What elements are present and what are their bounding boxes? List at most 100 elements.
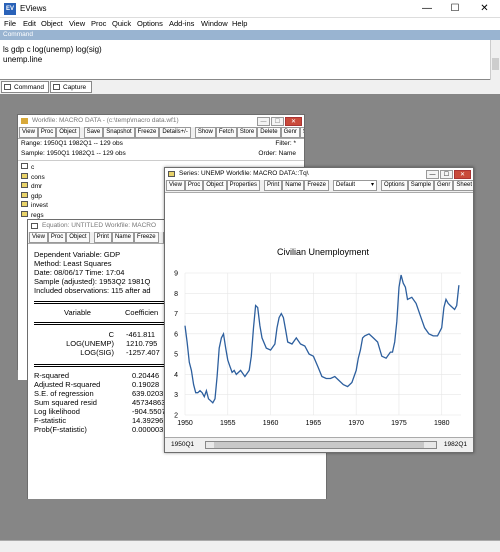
stat-label: S.E. of regression — [34, 389, 94, 398]
maximize-icon[interactable]: ☐ — [441, 0, 469, 18]
minimize-icon[interactable]: — — [426, 170, 439, 179]
workfile-toolbar: View Proc Object Save Snapshot Freeze Details+… — [18, 127, 304, 139]
close-icon[interactable]: ✕ — [454, 170, 471, 179]
menu-proc[interactable]: Proc — [91, 19, 106, 28]
series-toolbar: View Proc Object Properties Print Name Freeze D… — [165, 180, 473, 193]
dropdown-value: Default — [336, 182, 356, 188]
eq-col-variable: Variable — [64, 308, 91, 317]
command-input[interactable]: ls gdp c log(unemp) log(sig) unemp.line — [0, 40, 500, 80]
series-object-icon — [21, 191, 28, 198]
menu-quick[interactable]: Quick — [112, 19, 131, 28]
series-titlebar[interactable]: Series: UNEMP Workfile: MACRO DATA::Tq\ … — [165, 168, 473, 180]
series-options-button[interactable]: Options — [381, 180, 408, 191]
menu-view[interactable]: View — [69, 19, 85, 28]
y-tick-label: 9 — [174, 271, 178, 278]
x-tick-label: 1970 — [348, 420, 364, 427]
workfile-store-button[interactable]: Store — [236, 127, 258, 138]
stat-label: R-squared — [34, 371, 70, 380]
eq-var: LOG(SIG) — [80, 348, 114, 357]
y-tick-label: 3 — [174, 392, 178, 399]
workfile-object-item[interactable]: invest — [21, 201, 48, 211]
series-sheet-button[interactable]: Sheet — [453, 180, 473, 191]
maximize-icon[interactable]: ☐ — [271, 117, 284, 126]
eq-var: LOG(UNEMP) — [66, 339, 114, 348]
workfile-object-button[interactable]: Object — [56, 127, 80, 138]
menu-file[interactable]: File — [4, 19, 16, 28]
equation-proc-button[interactable]: Proc — [47, 232, 67, 243]
stat-value: 45734863 — [132, 398, 166, 407]
workfile-object-item[interactable]: dmr — [21, 182, 48, 192]
equation-view-button[interactable]: View — [29, 232, 48, 243]
workfile-order[interactable]: Order: Name — [258, 149, 296, 159]
maximize-icon[interactable]: ☐ — [440, 170, 453, 179]
menu-object[interactable]: Object — [41, 19, 63, 28]
x-tick-label: 1960 — [263, 420, 279, 427]
equation-title: Equation: UNTITLED Workfile: MACRO — [42, 222, 157, 229]
workfile-filter[interactable]: Filter: * — [275, 139, 296, 149]
workfile-proc-button[interactable]: Proc — [37, 127, 57, 138]
sample-slider[interactable] — [205, 441, 437, 449]
workfile-sample-button[interactable]: Sa — [299, 127, 304, 138]
stat-label: Adjusted R-squared — [34, 380, 101, 389]
workfile-title: Workfile: MACRO DATA - (c:\temp\macro da… — [32, 117, 179, 124]
capture-tab-icon — [53, 84, 60, 90]
equation-freeze-button[interactable]: Freeze — [133, 232, 159, 243]
stat-value: 0.20446 — [132, 371, 160, 380]
sample-slider-thumb[interactable] — [214, 442, 424, 448]
workfile-object-item[interactable]: cons — [21, 172, 48, 183]
close-icon[interactable]: ✕ — [469, 0, 500, 18]
stat-value: 0.000003 — [132, 425, 164, 434]
series-freeze-button[interactable]: Freeze — [304, 180, 329, 191]
workfile-genr-button[interactable]: Genr — [280, 127, 300, 138]
workfile-save-button[interactable]: Save — [83, 127, 104, 138]
menu-options[interactable]: Options — [137, 19, 163, 28]
workfile-object-item[interactable]: c — [21, 163, 48, 173]
app-titlebar: EV EViews — ☐ ✕ — [0, 0, 500, 18]
menu-edit[interactable]: Edit — [23, 19, 36, 28]
workfile-delete-button[interactable]: Delete — [257, 127, 281, 138]
eq-header-line: Method: Least Squares — [34, 259, 112, 268]
stat-value: 639.0203 — [132, 389, 164, 398]
eq-stats-labels: R-squared Adjusted R-squared S.E. of reg… — [34, 371, 100, 434]
stat-label: Prob(F-statistic) — [34, 425, 87, 434]
series-default-dropdown[interactable]: Default ▾ — [333, 180, 377, 191]
workfile-freeze-button[interactable]: Freeze — [134, 127, 160, 138]
series-view-button[interactable]: View — [166, 180, 185, 191]
workfile-object-item[interactable]: gdp — [21, 191, 48, 202]
command-scrollbar[interactable] — [490, 40, 500, 80]
series-print-button[interactable]: Print — [263, 180, 283, 191]
scroll-start-label: 1950Q1 — [171, 441, 195, 448]
workfile-details-button[interactable]: Details+/- — [159, 127, 191, 138]
series-properties-button[interactable]: Properties — [226, 180, 260, 191]
x-tick-label: 1975 — [391, 420, 407, 427]
series-proc-button[interactable]: Proc — [184, 180, 204, 191]
equation-object-button[interactable]: Object — [66, 232, 90, 243]
minimize-icon[interactable]: — — [413, 0, 441, 18]
series-sample-button[interactable]: Sample — [407, 180, 435, 191]
tab-capture[interactable]: Capture — [50, 81, 92, 93]
equation-name-button[interactable]: Name — [111, 232, 134, 243]
workfile-fetch-button[interactable]: Fetch — [215, 127, 237, 138]
equation-print-button[interactable]: Print — [93, 232, 112, 243]
menu-help[interactable]: Help — [232, 19, 247, 28]
workfile-view-button[interactable]: View — [19, 127, 38, 138]
close-icon[interactable]: ✕ — [285, 117, 302, 126]
series-window: Series: UNEMP Workfile: MACRO DATA::Tq\ … — [164, 167, 474, 453]
series-object-button[interactable]: Object — [203, 180, 227, 191]
chevron-down-icon: ▾ — [370, 182, 374, 188]
workfile-range[interactable]: Range: 1950Q1 1982Q1 -- 129 obs — [21, 139, 304, 149]
workfile-titlebar[interactable]: Workfile: MACRO DATA - (c:\temp\macro da… — [18, 115, 304, 127]
workfile-snapshot-button[interactable]: Snapshot — [103, 127, 135, 138]
menu-window[interactable]: Window — [201, 19, 228, 28]
series-genr-button[interactable]: Genr — [434, 180, 454, 191]
command-line-2: unemp.line — [3, 55, 43, 64]
command-tab-icon — [4, 84, 11, 90]
tab-command[interactable]: Command — [1, 81, 49, 93]
series-name-button[interactable]: Name — [282, 180, 305, 191]
stat-label: Log likelihood — [34, 407, 80, 416]
y-tick-label: 8 — [174, 291, 178, 298]
minimize-icon[interactable]: — — [257, 117, 270, 126]
workfile-show-button[interactable]: Show — [194, 127, 216, 138]
menu-addins[interactable]: Add-ins — [169, 19, 194, 28]
status-bar — [0, 540, 500, 552]
